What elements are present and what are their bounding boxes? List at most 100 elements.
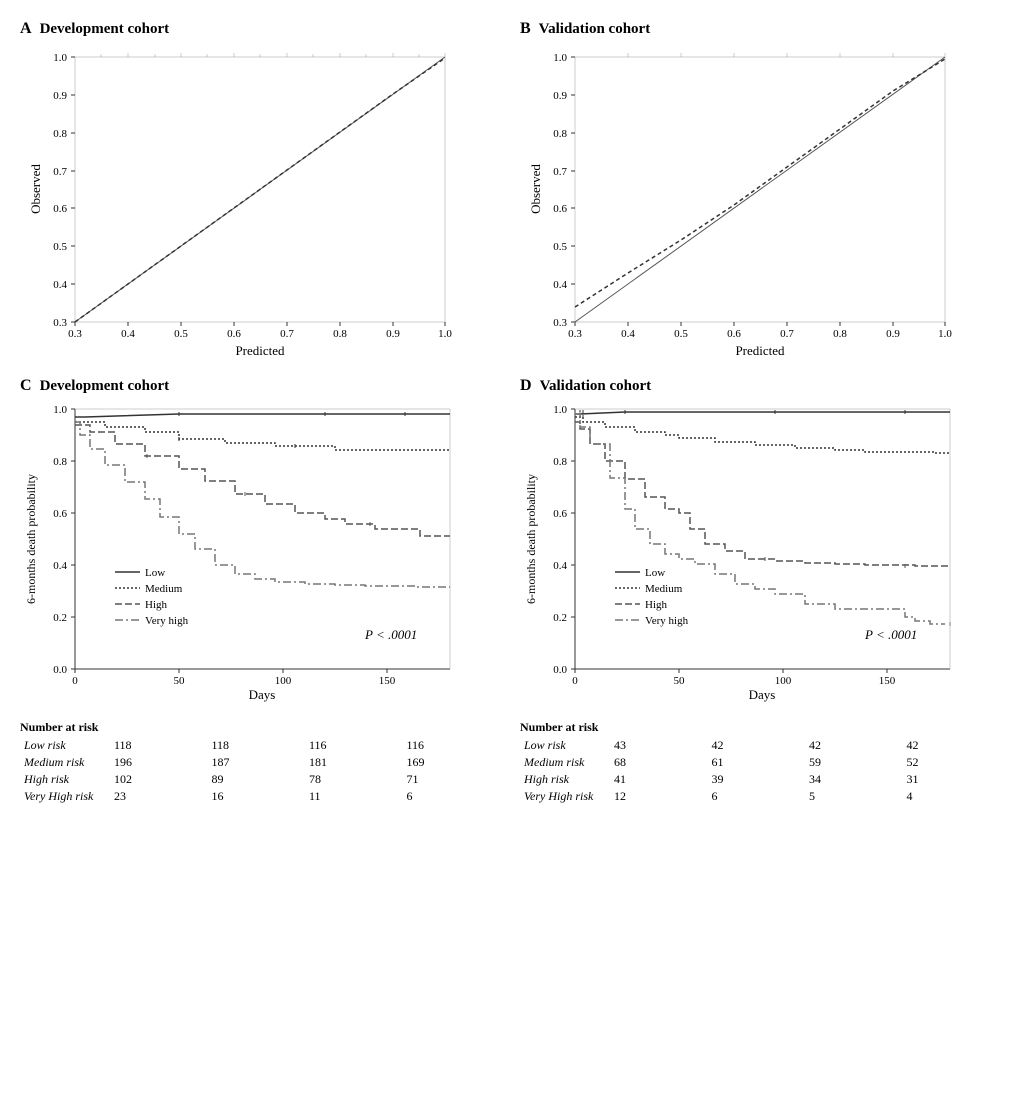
svg-text:Predicted: Predicted <box>235 343 285 358</box>
panel-d-title: D Validation cohort <box>520 377 1000 395</box>
risk-value: 59 <box>805 754 903 771</box>
risk-value: 181 <box>305 754 403 771</box>
svg-text:0.6: 0.6 <box>553 203 567 215</box>
svg-text:1.0: 1.0 <box>553 52 567 64</box>
table-row: Low risk 118 118 116 116 <box>20 737 500 754</box>
svg-text:0.3: 0.3 <box>568 328 582 340</box>
svg-text:Very high: Very high <box>645 615 689 627</box>
svg-text:0.5: 0.5 <box>53 241 67 253</box>
panel-d-chart: 0.0 0.2 0.4 0.6 0.8 1.0 0 50 <box>520 399 1000 714</box>
risk-value: 4 <box>903 788 1001 805</box>
risk-value: 116 <box>403 737 501 754</box>
km-plot-c: 0.0 0.2 0.4 0.6 0.8 1.0 0 50 <box>20 399 480 709</box>
svg-text:0.8: 0.8 <box>53 456 67 468</box>
risk-value: 78 <box>305 771 403 788</box>
risk-table-c: Number at risk Low risk 118 118 116 116 … <box>20 720 500 805</box>
svg-text:Days: Days <box>749 687 776 702</box>
panel-a-label: A <box>20 20 32 38</box>
svg-text:0.6: 0.6 <box>53 203 67 215</box>
table-row: Medium risk 196 187 181 169 <box>20 754 500 771</box>
risk-label: High risk <box>20 771 110 788</box>
svg-text:50: 50 <box>174 675 186 687</box>
panel-c-chart: 0.0 0.2 0.4 0.6 0.8 1.0 0 50 <box>20 399 500 714</box>
panel-c-label: C <box>20 377 32 395</box>
risk-value: 187 <box>208 754 306 771</box>
risk-table-d-title: Number at risk <box>520 720 1000 735</box>
svg-text:0.0: 0.0 <box>553 664 567 676</box>
svg-text:0.4: 0.4 <box>553 279 567 291</box>
svg-text:0.4: 0.4 <box>121 328 135 340</box>
svg-text:0.4: 0.4 <box>53 279 67 291</box>
svg-text:Low: Low <box>145 567 165 579</box>
risk-value: 89 <box>208 771 306 788</box>
svg-text:0.0: 0.0 <box>53 664 67 676</box>
svg-text:0.8: 0.8 <box>833 328 847 340</box>
risk-value: 42 <box>903 737 1001 754</box>
svg-text:100: 100 <box>275 675 292 687</box>
risk-value: 118 <box>110 737 208 754</box>
svg-text:0.5: 0.5 <box>553 241 567 253</box>
svg-text:6-months death probability: 6-months death probability <box>24 474 38 604</box>
risk-value: 39 <box>708 771 806 788</box>
panel-b-title-text: Validation cohort <box>539 21 651 38</box>
risk-value: 196 <box>110 754 208 771</box>
svg-text:1.0: 1.0 <box>53 404 67 416</box>
svg-text:0.3: 0.3 <box>53 317 67 329</box>
risk-label: Medium risk <box>20 754 110 771</box>
panel-a-title: A Development cohort <box>20 20 500 38</box>
svg-text:0.7: 0.7 <box>553 166 567 178</box>
svg-text:0.9: 0.9 <box>53 90 67 102</box>
svg-text:High: High <box>645 599 668 611</box>
svg-text:High: High <box>145 599 168 611</box>
svg-text:0.3: 0.3 <box>553 317 567 329</box>
svg-text:6-months death probability: 6-months death probability <box>524 474 538 604</box>
svg-text:0.8: 0.8 <box>553 456 567 468</box>
svg-text:0.4: 0.4 <box>53 560 67 572</box>
svg-text:0.2: 0.2 <box>53 612 67 624</box>
risk-value: 52 <box>903 754 1001 771</box>
svg-text:0.6: 0.6 <box>53 508 67 520</box>
risk-value: 12 <box>610 788 708 805</box>
svg-text:1.0: 1.0 <box>438 328 452 340</box>
risk-value: 169 <box>403 754 501 771</box>
table-row: Medium risk 68 61 59 52 <box>520 754 1000 771</box>
risk-table-c-title: Number at risk <box>20 720 500 735</box>
calibration-plot-b: 0.3 0.4 0.5 0.6 0.7 0.8 0.9 1.0 <box>520 42 980 362</box>
svg-text:0.8: 0.8 <box>553 128 567 140</box>
risk-value: 11 <box>305 788 403 805</box>
table-row: Low risk 43 42 42 42 <box>520 737 1000 754</box>
table-row: Very High risk 23 16 11 6 <box>20 788 500 805</box>
svg-text:0.6: 0.6 <box>227 328 241 340</box>
svg-text:P < .0001: P < .0001 <box>364 627 417 642</box>
svg-text:0.9: 0.9 <box>386 328 400 340</box>
risk-table-d-data: Low risk 43 42 42 42 Medium risk 68 61 5… <box>520 737 1000 805</box>
panel-b-title: B Validation cohort <box>520 20 1000 38</box>
svg-text:0: 0 <box>572 675 578 687</box>
panel-d-title-text: Validation cohort <box>540 378 652 395</box>
risk-value: 6 <box>708 788 806 805</box>
svg-text:Medium: Medium <box>645 583 683 595</box>
km-plot-d: 0.0 0.2 0.4 0.6 0.8 1.0 0 50 <box>520 399 980 709</box>
svg-text:50: 50 <box>674 675 686 687</box>
svg-text:0.7: 0.7 <box>53 166 67 178</box>
risk-value: 61 <box>708 754 806 771</box>
panel-c: C Development cohort 0.0 <box>20 377 500 805</box>
svg-text:0.5: 0.5 <box>174 328 188 340</box>
svg-text:0.2: 0.2 <box>553 612 567 624</box>
svg-text:0.6: 0.6 <box>553 508 567 520</box>
panel-b-label: B <box>520 20 531 38</box>
panel-b-chart: 0.3 0.4 0.5 0.6 0.7 0.8 0.9 1.0 <box>520 42 1000 367</box>
table-row: Very High risk 12 6 5 4 <box>520 788 1000 805</box>
calibration-plot-a: 0.3 0.4 0.5 0.6 0.7 0.8 <box>20 42 480 362</box>
svg-text:1.0: 1.0 <box>553 404 567 416</box>
svg-text:0.9: 0.9 <box>886 328 900 340</box>
main-grid: A Development cohort <box>20 20 1000 815</box>
risk-table-c-data: Low risk 118 118 116 116 Medium risk 196… <box>20 737 500 805</box>
svg-text:0.7: 0.7 <box>280 328 294 340</box>
svg-text:150: 150 <box>379 675 396 687</box>
panel-a-title-text: Development cohort <box>40 21 170 38</box>
risk-label: Very High risk <box>20 788 110 805</box>
svg-text:1.0: 1.0 <box>938 328 952 340</box>
svg-text:0.8: 0.8 <box>333 328 347 340</box>
panel-a-chart: 0.3 0.4 0.5 0.6 0.7 0.8 <box>20 42 500 367</box>
